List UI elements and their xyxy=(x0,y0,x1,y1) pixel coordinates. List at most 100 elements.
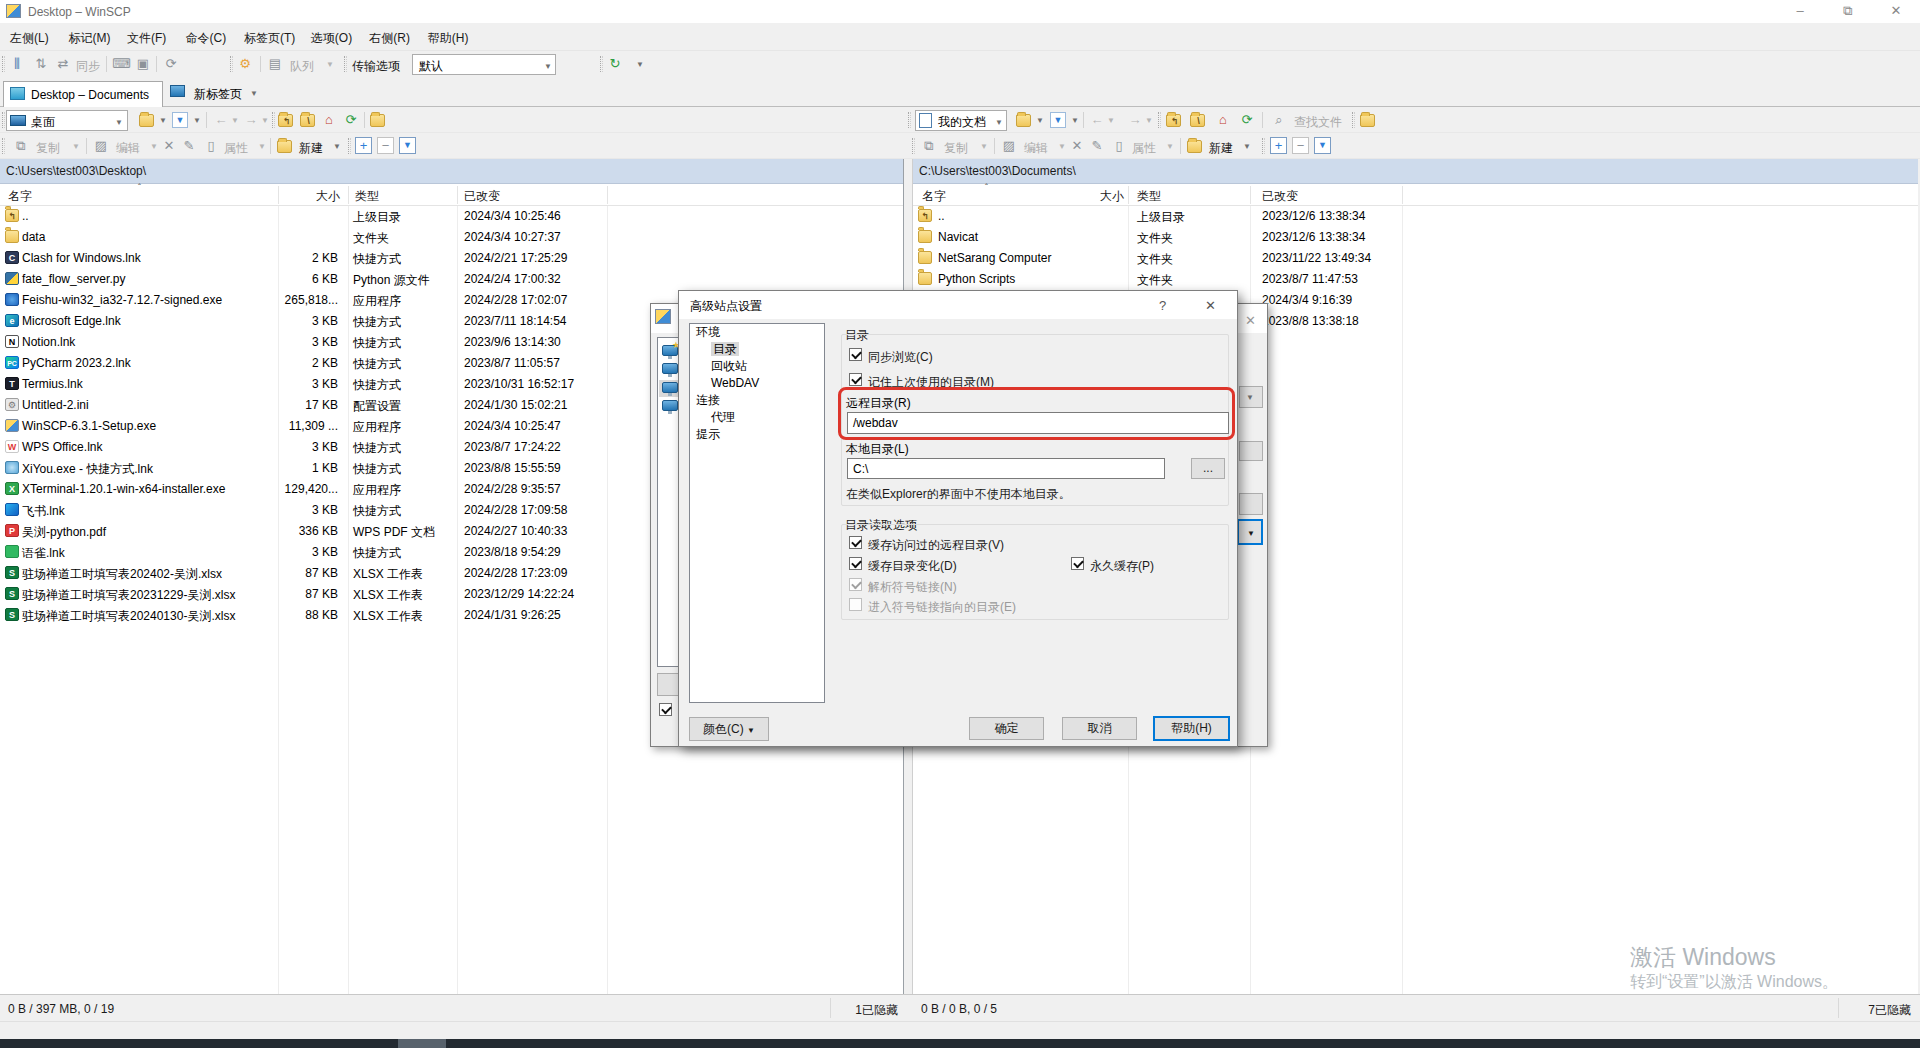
left-unselect-icon[interactable]: − xyxy=(377,137,394,154)
find-files-icon[interactable]: ⌕ xyxy=(1270,111,1288,129)
site-icon-selected[interactable] xyxy=(662,382,678,393)
right-filter-icon[interactable]: ▼ xyxy=(1050,112,1066,128)
left-select-icon[interactable]: + xyxy=(355,137,372,154)
right-selection-filter-icon[interactable]: ▼ xyxy=(1314,137,1331,154)
right-new-icon[interactable] xyxy=(1187,140,1202,153)
site-icon[interactable] xyxy=(662,400,678,411)
left-row[interactable]: CClash for Windows.lnk2 KB快捷方式2024/2/21 … xyxy=(0,248,903,269)
left-selection-filter-icon[interactable]: ▼ xyxy=(399,137,416,154)
right-new-label[interactable]: 新建 xyxy=(1209,140,1233,157)
cache-changes-checkbox[interactable] xyxy=(849,557,862,570)
right-forward-icon[interactable]: → xyxy=(1126,111,1144,129)
menu-item-2[interactable]: 文件(F) xyxy=(127,30,166,47)
left-properties-label[interactable]: 属性 xyxy=(224,140,248,157)
restore-button[interactable]: ⧉ xyxy=(1841,4,1855,18)
left-parent-dir-icon[interactable]: ↰ xyxy=(278,114,293,127)
local-dir-input[interactable]: C:\ xyxy=(847,458,1165,479)
left-back-icon[interactable]: ← xyxy=(212,111,230,129)
right-col-type[interactable]: 类型 xyxy=(1137,188,1161,205)
left-new-label[interactable]: 新建 xyxy=(299,140,323,157)
right-edit-icon[interactable]: ▨ xyxy=(1000,137,1018,155)
left-path-bar[interactable]: C:\Users\test003\Desktop\ xyxy=(0,159,903,184)
left-copy-label[interactable]: 复制 xyxy=(36,140,60,157)
right-copy-icon[interactable]: ⧉ xyxy=(920,137,938,155)
right-select-icon[interactable]: + xyxy=(1270,137,1287,154)
left-file-icon[interactable]: ▯ xyxy=(202,137,220,155)
left-dir-tree-icon[interactable] xyxy=(370,114,385,127)
left-root-dir-icon[interactable]: \ xyxy=(300,114,315,127)
ok-button[interactable]: 确定 xyxy=(969,717,1044,740)
right-drive-combo[interactable]: 我的文档 ▼ xyxy=(915,110,1007,131)
left-forward-icon[interactable]: → xyxy=(242,111,260,129)
preferences-gear-icon[interactable]: ⚙ xyxy=(236,55,254,73)
right-path-bar[interactable]: C:\Users\test003\Documents\ xyxy=(913,159,1918,184)
tab-new[interactable]: 新标签页 ▼ xyxy=(168,83,268,106)
right-refresh-icon[interactable]: ⟳ xyxy=(1238,111,1256,129)
tab-session-active[interactable]: Desktop – Documents xyxy=(3,81,163,107)
menu-item-6[interactable]: 右侧(R) xyxy=(369,30,410,47)
right-properties-label[interactable]: 属性 xyxy=(1132,140,1156,157)
tree-item-WebDAV[interactable]: WebDAV xyxy=(690,375,824,392)
right-open-dir-icon[interactable] xyxy=(1016,114,1031,127)
remember-dir-checkbox[interactable] xyxy=(849,373,862,386)
left-col-date[interactable]: 已改变 xyxy=(464,188,500,205)
help-button[interactable]: 帮助(H) xyxy=(1153,716,1230,741)
perm-cache-checkbox[interactable] xyxy=(1071,557,1084,570)
console2-icon[interactable]: ▣ xyxy=(134,55,152,73)
menu-item-4[interactable]: 标签页(T) xyxy=(244,30,295,47)
left-col-name[interactable]: 名字 xyxy=(8,188,32,205)
cache-visited-checkbox[interactable] xyxy=(849,536,862,549)
right-rename-icon[interactable]: ✎ xyxy=(1088,137,1106,155)
left-row[interactable]: fate_flow_server.py6 KBPython 源文件2024/2/… xyxy=(0,269,903,290)
right-home-icon[interactable]: ⌂ xyxy=(1214,111,1232,129)
right-row[interactable]: NetSarang Computer文件夹2023/11/22 13:49:34 xyxy=(913,248,1918,269)
right-row[interactable]: Navicat文件夹2023/12/6 13:38:34 xyxy=(913,227,1918,248)
left-row[interactable]: data文件夹2024/3/4 10:27:37 xyxy=(0,227,903,248)
right-parent-dir-icon[interactable]: ↰ xyxy=(1166,114,1181,127)
menu-item-0[interactable]: 左侧(L) xyxy=(10,30,49,47)
minimize-button[interactable]: – xyxy=(1793,4,1807,18)
left-home-icon[interactable]: ⌂ xyxy=(320,111,338,129)
left-drive-combo[interactable]: 桌面 ▼ xyxy=(6,110,128,131)
right-col-size[interactable]: 大小 xyxy=(1036,188,1124,205)
left-refresh-icon[interactable]: ⟳ xyxy=(342,111,360,129)
right-delete-icon[interactable]: ✕ xyxy=(1068,137,1086,155)
menu-item-5[interactable]: 选项(O) xyxy=(311,30,352,47)
left-copy-icon[interactable]: ⧉ xyxy=(12,137,30,155)
right-row[interactable]: ↰..上级目录2023/12/6 13:38:34 xyxy=(913,206,1918,227)
left-row[interactable]: ↰..上级目录2024/3/4 10:25:46 xyxy=(0,206,903,227)
left-filter-icon[interactable]: ▼ xyxy=(172,112,188,128)
taskbar-item[interactable] xyxy=(398,1039,446,1048)
left-edit-label[interactable]: 编辑 xyxy=(116,140,140,157)
login-close-icon[interactable]: ✕ xyxy=(1245,313,1256,328)
synchronize-label[interactable]: 同步 xyxy=(76,58,100,75)
dialog-close-icon[interactable]: ✕ xyxy=(1205,298,1216,313)
left-col-type[interactable]: 类型 xyxy=(355,188,379,205)
queue-label[interactable]: 队列 xyxy=(290,58,314,75)
left-new-icon[interactable] xyxy=(277,140,292,153)
right-col-date[interactable]: 已改变 xyxy=(1262,188,1298,205)
synchronize-browsing-icon[interactable]: ↻ xyxy=(606,55,624,73)
left-rename-icon[interactable]: ✎ xyxy=(180,137,198,155)
queue-icon[interactable]: ▤ xyxy=(266,55,284,73)
sync-browsing-checkbox[interactable] xyxy=(849,348,862,361)
dialog-help-icon[interactable]: ? xyxy=(1159,298,1166,313)
tree-item-提示[interactable]: 提示 xyxy=(690,426,824,443)
cancel-button[interactable]: 取消 xyxy=(1062,717,1137,740)
right-unselect-icon[interactable]: − xyxy=(1292,137,1309,154)
refresh-session-icon[interactable]: ⟳ xyxy=(162,55,180,73)
close-button[interactable]: ✕ xyxy=(1889,4,1903,18)
left-col-size[interactable]: 大小 xyxy=(252,188,340,205)
right-back-icon[interactable]: ← xyxy=(1088,111,1106,129)
transfer-preset-combo[interactable]: 默认 ▼ xyxy=(412,54,556,75)
left-delete-icon[interactable]: ✕ xyxy=(160,137,178,155)
left-open-dir-icon[interactable] xyxy=(139,114,154,127)
site-icon[interactable] xyxy=(662,363,678,374)
tree-item-目录[interactable]: 目录 xyxy=(690,341,824,358)
show-login-checkbox[interactable] xyxy=(659,703,672,716)
left-edit-icon[interactable]: ▨ xyxy=(92,137,110,155)
menu-item-7[interactable]: 帮助(H) xyxy=(428,30,469,47)
menu-item-3[interactable]: 命令(C) xyxy=(186,30,227,47)
toggle-panels-icon[interactable]: ⫼ xyxy=(8,55,26,73)
right-root-dir-icon[interactable]: \ xyxy=(1190,114,1205,127)
